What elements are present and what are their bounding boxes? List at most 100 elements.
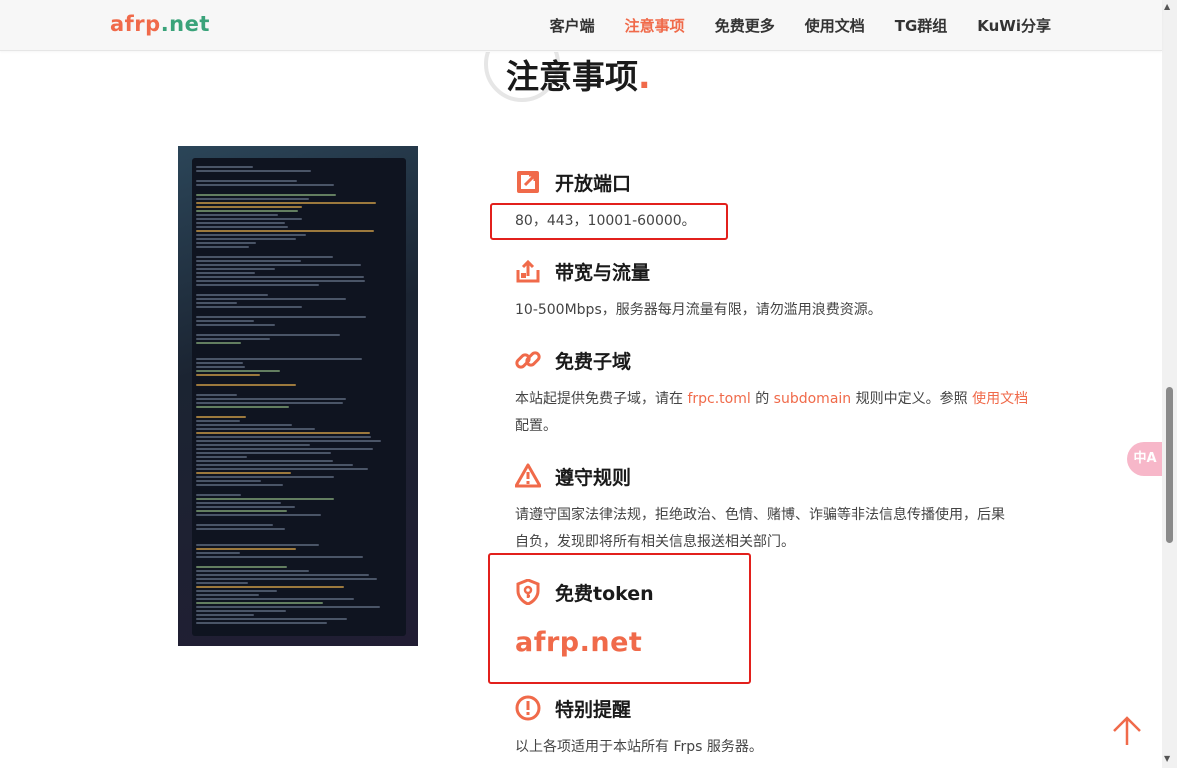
code-line (196, 342, 241, 344)
link-icon (515, 351, 541, 369)
nav-notices[interactable]: 注意事项 (625, 15, 685, 36)
link-frpc-toml[interactable]: frpc.toml (687, 391, 750, 407)
code-line (196, 528, 285, 530)
code-line (196, 394, 237, 396)
code-line (196, 428, 315, 430)
code-line (196, 556, 363, 558)
code-line (196, 202, 376, 204)
subdomain-text-a: 本站起提供免费子域，请在 (515, 391, 688, 407)
code-line (196, 272, 255, 274)
code-line (196, 280, 365, 282)
subdomain-text: 本站起提供免费子域，请在 frpc.toml 的 subdomain 规则中定义… (515, 386, 1028, 413)
highlight-box-token (488, 553, 751, 684)
page-title-dot: . (638, 57, 651, 96)
nav-free-more[interactable]: 免费更多 (715, 15, 775, 36)
code-line (196, 432, 370, 434)
code-line (196, 316, 366, 318)
code-line (196, 170, 311, 172)
code-line (196, 276, 364, 278)
nav-client[interactable]: 客户端 (550, 15, 595, 36)
code-line (196, 194, 336, 196)
site-logo[interactable]: afrp.net (110, 12, 210, 36)
code-line (196, 614, 254, 616)
bandwidth-text: 10-500Mbps，服务器每月流量有限，请勿滥用浪费资源。 (515, 302, 882, 318)
logo-text-main: afrp (110, 12, 161, 36)
scrollbar-track[interactable] (1162, 0, 1177, 768)
nav-docs[interactable]: 使用文档 (805, 15, 865, 36)
code-line (196, 384, 296, 386)
rules-text-line2: 自负，发现即将所有相关信息报送相关部门。 (515, 534, 795, 550)
code-line (196, 594, 259, 596)
notice-text: 以上各项适用于本站所有 Frps 服务器。 (515, 739, 763, 755)
code-line (196, 476, 334, 478)
section-title: 遵守规则 (555, 467, 632, 489)
code-line (196, 222, 285, 224)
code-line (196, 602, 323, 604)
code-line (196, 498, 334, 500)
link-subdomain[interactable]: subdomain (774, 391, 852, 407)
code-line (196, 574, 369, 576)
code-line (196, 506, 295, 508)
code-line (196, 480, 261, 482)
code-line (196, 334, 340, 336)
code-editor-preview (192, 158, 406, 636)
code-line (196, 398, 346, 400)
code-line (196, 622, 327, 624)
subdomain-text-d: 配置。 (515, 418, 557, 434)
code-line (196, 484, 283, 486)
section-title: 开放端口 (555, 173, 632, 195)
code-line (196, 362, 243, 364)
code-line (196, 238, 296, 240)
warning-icon (515, 463, 541, 488)
code-line (196, 184, 334, 186)
code-line (196, 268, 275, 270)
code-line (196, 230, 374, 232)
code-line (196, 448, 373, 450)
nav-kuwi-share[interactable]: KuWi分享 (977, 15, 1051, 36)
code-line (196, 548, 296, 550)
code-line (196, 460, 333, 462)
nav-tg-group[interactable]: TG群组 (895, 15, 948, 36)
subdomain-text-c: 规则中定义。参照 (851, 391, 973, 407)
code-line (196, 370, 280, 372)
code-line (196, 582, 248, 584)
code-line (196, 464, 353, 466)
main-nav: 客户端 注意事项 免费更多 使用文档 TG群组 KuWi分享 (520, 0, 1051, 50)
code-line (196, 570, 309, 572)
translate-icon: 中A (1133, 451, 1157, 466)
code-line (196, 456, 247, 458)
code-line (196, 510, 287, 512)
code-line (196, 358, 362, 360)
code-line (196, 436, 371, 438)
code-line (196, 552, 240, 554)
code-line (196, 598, 354, 600)
scrollbar-thumb[interactable] (1166, 387, 1173, 543)
highlight-box-ports (490, 203, 728, 240)
scroll-down-arrow-icon[interactable]: ▼ (1164, 754, 1170, 763)
code-line (196, 180, 297, 182)
code-line (196, 246, 249, 248)
code-line (196, 374, 260, 376)
code-line (196, 320, 254, 322)
code-line (196, 514, 321, 516)
code-line (196, 618, 347, 620)
upload-icon (516, 259, 540, 283)
code-line (196, 472, 291, 474)
code-line (196, 324, 275, 326)
translate-button[interactable]: 中A (1127, 442, 1163, 476)
code-line (196, 544, 319, 546)
page-title: 注意事项. (506, 50, 651, 98)
code-line (196, 468, 368, 470)
code-line (196, 260, 301, 262)
section-title: 带宽与流量 (555, 262, 651, 284)
code-line (196, 338, 270, 340)
code-line (196, 256, 333, 258)
code-line (196, 420, 240, 422)
link-docs[interactable]: 使用文档 (972, 391, 1028, 407)
back-to-top-arrow-icon[interactable] (1110, 714, 1144, 748)
scroll-up-arrow-icon[interactable]: ▲ (1164, 2, 1170, 11)
code-line (196, 210, 298, 212)
code-line (196, 302, 237, 304)
code-line (196, 610, 286, 612)
code-line (196, 306, 302, 308)
